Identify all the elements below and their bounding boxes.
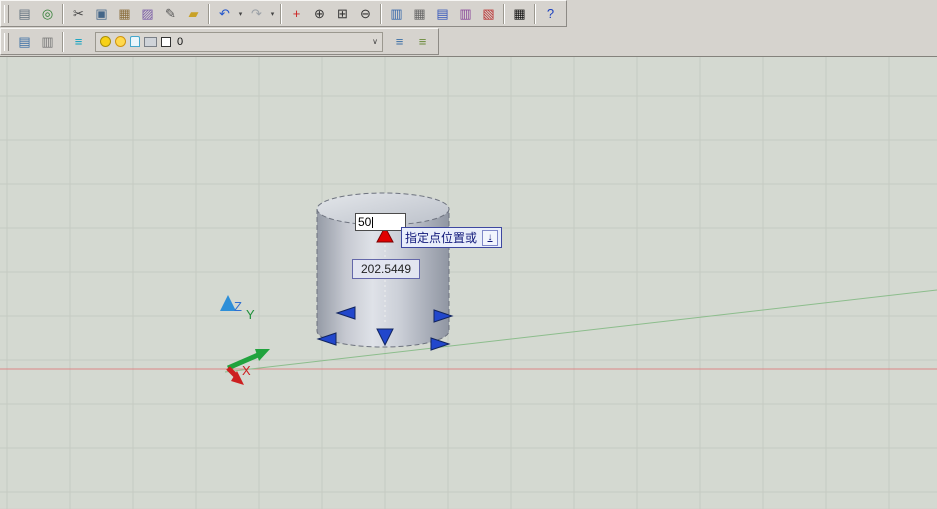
sheet-set-manager-icon: ▥ [459, 6, 472, 21]
undo-button[interactable]: ↶ [213, 2, 236, 25]
toolbar-separator [380, 3, 382, 24]
application-window: { "window": { "background": "#d6d3ce" },… [0, 0, 937, 509]
layers-button[interactable]: ≡ [67, 30, 90, 53]
layers-toolbar: ▤ ▥ ≡ 0 ∨ ≡ ≡ [0, 28, 439, 55]
sheet-set-icon: ▤ [18, 6, 31, 21]
design-center-button[interactable]: ▦ [408, 2, 431, 25]
ucs-x-label: X [242, 363, 251, 378]
redo-button[interactable]: ↷ [245, 2, 268, 25]
zoom-previous-icon: ⊖ [360, 6, 371, 21]
toolbar-separator [62, 31, 64, 52]
publish-web-icon: ◎ [41, 6, 54, 21]
pan-realtime-icon: + [292, 6, 301, 21]
standard-toolbar: ▤ ◎ ✂ ▣ ▦ ▨ ✎ ▰ ↶ ▾ ↷ ▾ + ⊕ ⊞ ⊖ ▥ ▦ ▤ ▥ ▧ ▦? [0, 0, 567, 27]
layer-plot-icon[interactable] [144, 36, 157, 47]
ucs-y-label: Y [246, 307, 255, 322]
pan-realtime-button[interactable]: + [285, 2, 308, 25]
quick-calc-icon: ▦ [513, 6, 526, 21]
dynamic-input-value: 50 [358, 215, 372, 229]
toolbar-separator [534, 3, 536, 24]
brush-icon: ▰ [188, 6, 199, 21]
make-object-layer-current-icon: ≡ [395, 34, 404, 49]
match-properties-icon: ▨ [141, 6, 154, 21]
layer-properties-icon: ▤ [18, 34, 31, 49]
dynamic-prompt-tooltip: 指定点位置或 ↓ [401, 227, 503, 248]
layer-previous-icon: ≡ [418, 34, 427, 49]
scene-canvas: Z Y X [0, 57, 937, 509]
dynamic-input-field[interactable]: 50 [355, 213, 406, 231]
layers-toolbar-right-items: ≡ ≡ [388, 30, 434, 53]
layers-toolbar-left-items: ▤ ▥ ≡ [13, 30, 90, 53]
paste-button[interactable]: ▦ [113, 2, 136, 25]
toolbar-drag-handle[interactable] [4, 4, 9, 23]
zoom-window-button[interactable]: ⊞ [331, 2, 354, 25]
combo-dropdown-icon[interactable]: ∨ [372, 37, 378, 46]
cut-button[interactable]: ✂ [67, 2, 90, 25]
undo-dropdown[interactable]: ▾ [236, 3, 245, 24]
properties-palette-icon: ▥ [390, 6, 403, 21]
markup-set-manager-button[interactable]: ▧ [477, 2, 500, 25]
dynamic-dimension-box: 202.5449 [352, 259, 420, 279]
pencil-edit-button[interactable]: ✎ [159, 2, 182, 25]
zoom-realtime-button[interactable]: ⊕ [308, 2, 331, 25]
design-center-icon: ▦ [413, 6, 426, 21]
zoom-realtime-icon: ⊕ [314, 6, 325, 21]
markup-set-manager-icon: ▧ [482, 6, 495, 21]
properties-palette-button[interactable]: ▥ [385, 2, 408, 25]
model-viewport[interactable]: Z Y X 50 指定点位置或 ↓ 202.5449 [0, 56, 937, 509]
help-button[interactable]: ? [539, 2, 562, 25]
layer-color-swatch [161, 36, 171, 47]
layers-icon: ≡ [74, 34, 83, 49]
grip-bottom-right[interactable] [430, 337, 451, 351]
ground-grid [0, 57, 937, 509]
layer-freeze-icon[interactable] [115, 36, 126, 47]
publish-web-button[interactable]: ◎ [36, 2, 59, 25]
prompt-text: 指定点位置或 [405, 231, 478, 245]
layer-lock-icon[interactable] [130, 36, 140, 47]
paste-icon: ▦ [118, 6, 131, 21]
layer-properties-button[interactable]: ▤ [13, 30, 36, 53]
ucs-z-label: Z [234, 299, 242, 314]
brush-button[interactable]: ▰ [182, 2, 205, 25]
current-layer-name: 0 [177, 35, 184, 48]
toolbar-separator [208, 3, 210, 24]
redo-dropdown[interactable]: ▾ [268, 3, 277, 24]
copy-button[interactable]: ▣ [90, 2, 113, 25]
dimension-value: 202.5449 [360, 262, 412, 276]
zoom-window-icon: ⊞ [337, 6, 348, 21]
tool-palettes-icon: ▤ [436, 6, 449, 21]
quick-calc-button[interactable]: ▦ [508, 2, 531, 25]
layer-states-icon: ▥ [41, 34, 54, 49]
match-properties-button[interactable]: ▨ [136, 2, 159, 25]
redo-icon: ↷ [251, 6, 262, 21]
toolbar-separator [280, 3, 282, 24]
layer-combobox[interactable]: 0 ∨ [95, 31, 383, 52]
layer-states-button[interactable]: ▥ [36, 30, 59, 53]
sheet-set-button[interactable]: ▤ [13, 2, 36, 25]
ucs-y-arrowhead [255, 349, 270, 361]
layer-on-icon[interactable] [100, 36, 111, 47]
layer-previous-button[interactable]: ≡ [411, 30, 434, 53]
text-caret [372, 216, 374, 228]
toolbar-separator [62, 3, 64, 24]
zoom-previous-button[interactable]: ⊖ [354, 2, 377, 25]
make-object-layer-current-button[interactable]: ≡ [388, 30, 411, 53]
sheet-set-manager-button[interactable]: ▥ [454, 2, 477, 25]
copy-icon: ▣ [95, 6, 108, 21]
toolbar-separator [503, 3, 505, 24]
tool-palettes-button[interactable]: ▤ [431, 2, 454, 25]
prompt-options-down-arrow-icon[interactable]: ↓ [482, 229, 499, 246]
pencil-edit-icon: ✎ [165, 6, 176, 21]
undo-icon: ↶ [219, 6, 230, 21]
cut-icon: ✂ [73, 6, 84, 21]
toolbar-drag-handle[interactable] [4, 32, 9, 51]
help-icon: ? [546, 6, 555, 21]
standard-toolbar-items: ▤ ◎ ✂ ▣ ▦ ▨ ✎ ▰ ↶ ▾ ↷ ▾ + ⊕ ⊞ ⊖ ▥ ▦ ▤ ▥ ▧ ▦? [13, 2, 562, 25]
